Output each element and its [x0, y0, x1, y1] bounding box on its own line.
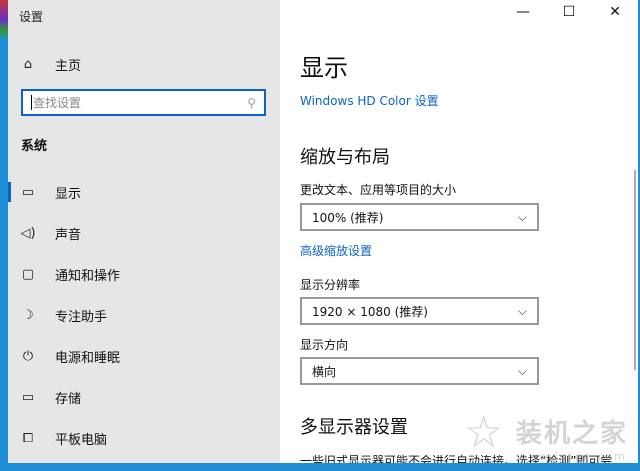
main-panel: — ☐ ✕ 显示 Windows HD Color 设置 缩放与布局 更改文本、… [280, 0, 638, 463]
item-label: 显示 [55, 186, 82, 202]
orientation-label: 显示方向 [300, 338, 349, 352]
sidebar-item-sound[interactable]: ◁) 声音 [20, 223, 81, 243]
settings-window: 设置 ⌂ 主页 查找设置 ⚲ 系统 ▭ 显示 ◁) 声音 ▢ 通知和操作 ☽ 专注助手 ⏻ 电… [8, 0, 638, 463]
minimize-button[interactable]: — [500, 4, 546, 20]
orientation-value: 横向 [312, 364, 337, 379]
item-label: 通知和操作 [55, 268, 121, 284]
notification-icon: ▢ [21, 266, 35, 282]
scale-label: 更改文本、应用等项目的大小 [300, 183, 457, 197]
text-caret [31, 95, 32, 110]
resolution-dropdown[interactable]: 1920 × 1080 (推荐) ⌵ [300, 297, 539, 325]
home-icon: ⌂ [23, 57, 33, 72]
power-icon: ⏻ [22, 348, 34, 364]
watermark-url: www.lotpc.com [517, 450, 627, 463]
window-controls: — ☐ ✕ [500, 4, 638, 20]
sidebar: 设置 ⌂ 主页 查找设置 ⚲ 系统 ▭ 显示 ◁) 声音 ▢ 通知和操作 ☽ 专注助手 ⏻ 电… [8, 0, 280, 463]
watermark: ☆ 装机之家 www.lotpc.com [464, 407, 628, 463]
hd-color-link[interactable]: Windows HD Color 设置 [300, 92, 439, 109]
close-button[interactable]: ✕ [592, 4, 638, 20]
sidebar-item-power[interactable]: ⏻ 电源和睡眠 [20, 346, 120, 366]
chevron-down-icon: ⌵ [517, 363, 527, 378]
search-placeholder: 查找设置 [33, 96, 82, 110]
scale-dropdown[interactable]: 100% (推荐) ⌵ [300, 203, 539, 231]
item-label: 声音 [55, 227, 82, 243]
advanced-scale-link[interactable]: 高级缩放设置 [300, 242, 372, 259]
home-label: 主页 [55, 59, 82, 74]
chevron-down-icon: ⌵ [517, 303, 527, 318]
chevron-down-icon: ⌵ [517, 209, 527, 224]
watermark-title: 装机之家 [515, 419, 628, 449]
multi-display-heading: 多显示器设置 [300, 417, 408, 438]
moon-icon: ☽ [22, 307, 34, 323]
search-input[interactable]: 查找设置 ⚲ [21, 89, 266, 116]
search-icon: ⚲ [247, 95, 256, 110]
orientation-dropdown[interactable]: 横向 ⌵ [300, 357, 539, 385]
resolution-label: 显示分辨率 [300, 278, 361, 292]
resolution-value: 1920 × 1080 (推荐) [312, 304, 428, 319]
selected-indicator [8, 182, 11, 202]
item-label: 存储 [55, 391, 82, 407]
sidebar-home[interactable]: ⌂ 主页 [20, 55, 81, 74]
sidebar-item-notifications[interactable]: ▢ 通知和操作 [20, 264, 120, 284]
star-icon: ☆ [463, 407, 504, 458]
scale-heading: 缩放与布局 [300, 147, 390, 168]
scrollbar[interactable] [634, 170, 636, 370]
item-label: 电源和睡眠 [55, 350, 121, 366]
desktop-background [0, 0, 8, 471]
monitor-icon: ▭ [21, 184, 35, 200]
maximize-button[interactable]: ☐ [546, 4, 592, 20]
sidebar-item-display[interactable]: ▭ 显示 [20, 182, 81, 202]
page-title: 显示 [300, 54, 348, 82]
window-title: 设置 [19, 10, 44, 24]
tablet-icon: ⧠ [22, 430, 34, 446]
speaker-icon: ◁) [20, 225, 36, 241]
sidebar-item-focus-assist[interactable]: ☽ 专注助手 [20, 305, 107, 325]
item-label: 专注助手 [55, 309, 108, 325]
sidebar-item-tablet[interactable]: ⧠ 平板电脑 [20, 428, 107, 448]
sidebar-item-storage[interactable]: ▭ 存储 [20, 387, 81, 407]
item-label: 平板电脑 [55, 432, 108, 448]
storage-icon: ▭ [21, 389, 35, 405]
scale-value: 100% (推荐) [312, 210, 384, 225]
section-title: 系统 [21, 139, 48, 154]
